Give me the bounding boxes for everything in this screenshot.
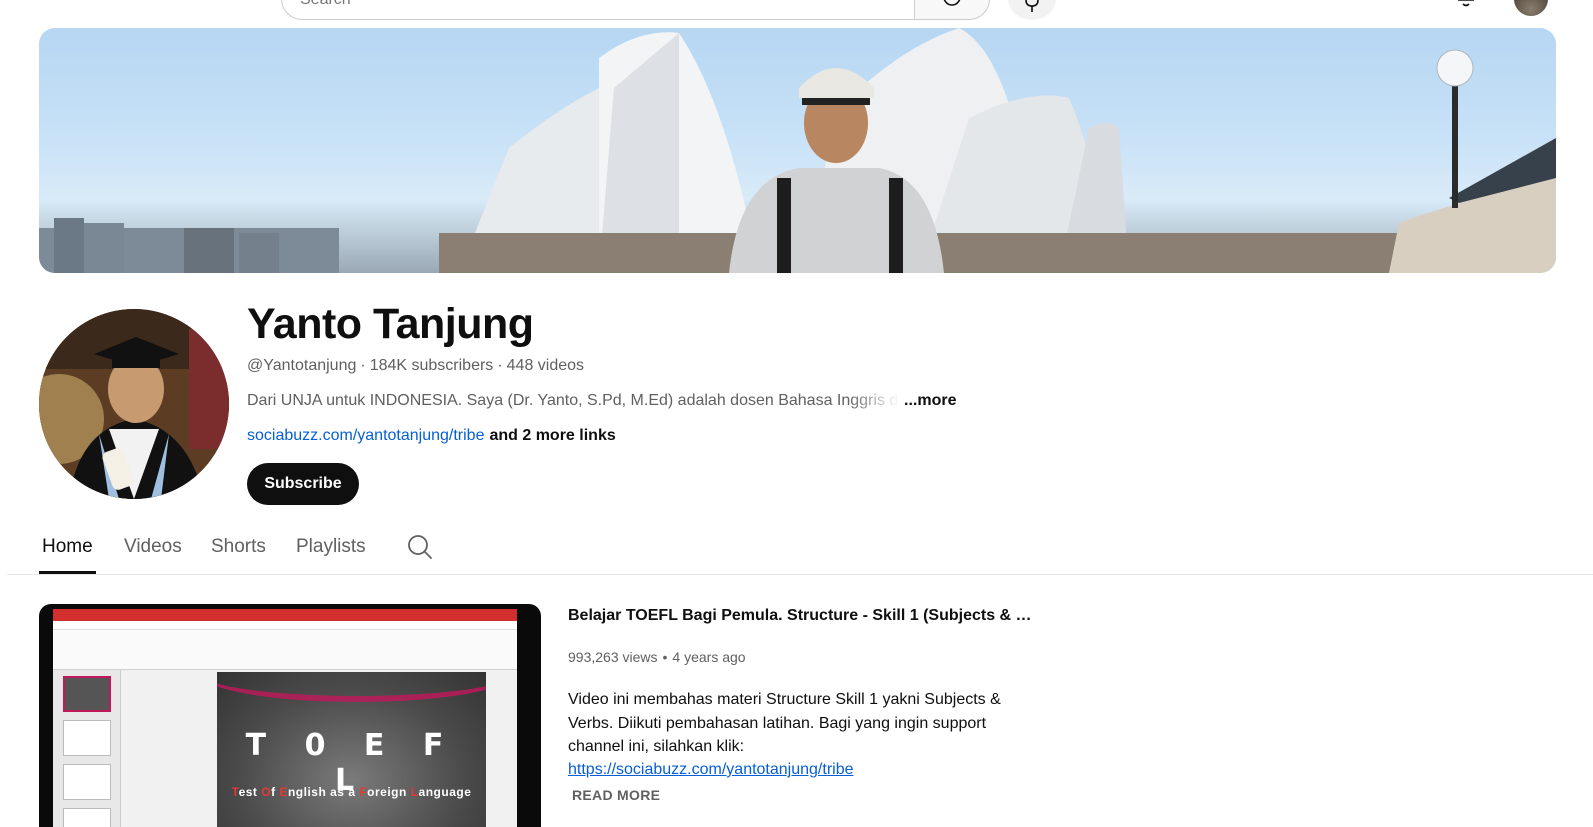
account-avatar[interactable] <box>1514 0 1548 16</box>
thumbnail-powerpoint-screenshot: T 0 E F L Test Of English as a Foreign L… <box>53 609 517 827</box>
banner-image <box>39 28 1556 273</box>
ppt-titlebar <box>53 609 517 621</box>
channel-tabs: Home Videos Shorts Playlists <box>0 522 1593 575</box>
slide-subtitle-part: anguage <box>418 785 472 799</box>
video-description: Video ini membahas materi Structure Skil… <box>568 691 1001 755</box>
slide-subtitle-part: nglish as a <box>287 785 360 799</box>
tab-home[interactable]: Home <box>42 536 93 558</box>
tab-playlists[interactable]: Playlists <box>296 536 366 558</box>
search-input[interactable] <box>300 0 897 9</box>
description-more-button[interactable]: ...more <box>904 390 956 412</box>
video-description-link[interactable]: https://sociabuzz.com/yantotanjung/tribe <box>568 758 854 781</box>
more-links-button[interactable]: and 2 more links <box>489 427 615 444</box>
channel-meta: @Yantotanjung · 184K subscribers · 448 video… <box>247 355 584 377</box>
meta-dot: • <box>662 649 668 665</box>
tabs-divider <box>7 574 1593 575</box>
ppt-slide-thumb <box>63 808 111 827</box>
video-age: 4 years ago <box>672 649 746 665</box>
slide-subtitle-part: oreign <box>367 785 411 799</box>
ppt-ribbon <box>53 630 517 670</box>
slide-subtitle-initial: F <box>359 785 368 799</box>
slide-subtitle-initial: E <box>279 785 288 799</box>
channel-description[interactable]: Dari UNJA untuk INDONESIA. Saya (Dr. Yan… <box>247 390 956 412</box>
channel-link[interactable]: sociabuzz.com/yantotanjung/tribe <box>247 427 484 444</box>
notifications-bell-icon[interactable] <box>1454 0 1478 10</box>
ppt-slide-panel <box>53 670 121 827</box>
channel-avatar[interactable] <box>39 309 229 499</box>
ppt-slide: T 0 E F L Test Of English as a Foreign L… <box>217 672 486 827</box>
ppt-slide-thumb <box>63 676 111 712</box>
slide-subtitle-part: est <box>238 785 262 799</box>
read-more-button[interactable]: READ MORE <box>572 785 660 805</box>
video-title[interactable]: Belajar TOEFL Bagi Pemula. Structure - S… <box>568 605 1038 627</box>
search-box[interactable] <box>281 0 915 20</box>
channel-links: sociabuzz.com/yantotanjung/tribe and 2 mo… <box>247 425 616 447</box>
channel-search-icon[interactable] <box>407 534 433 560</box>
video-count: 448 videos <box>506 357 585 374</box>
microphone-icon <box>1025 0 1039 12</box>
slide-subtitle: Test Of English as a Foreign Language <box>217 785 486 799</box>
tab-videos[interactable]: Videos <box>124 536 182 558</box>
ppt-menubar <box>53 621 517 630</box>
meta-separator: · <box>497 357 503 374</box>
channel-handle: @Yantotanjung <box>247 357 357 374</box>
channel-banner <box>39 28 1556 273</box>
meta-separator: · <box>360 357 366 374</box>
channel-name: Yanto Tanjung <box>247 300 534 348</box>
ppt-slide-thumb <box>63 764 111 800</box>
search-button[interactable] <box>914 0 990 20</box>
subscribe-button[interactable]: Subscribe <box>247 463 359 505</box>
video-views: 993,263 views <box>568 649 658 665</box>
video-meta: 993,263 views • 4 years ago <box>568 647 746 667</box>
ppt-slide-thumb <box>63 720 111 756</box>
channel-avatar-image <box>39 309 229 499</box>
subscriber-count: 184K subscribers <box>369 357 494 374</box>
tab-shorts[interactable]: Shorts <box>211 536 266 558</box>
slide-subtitle-initial: T <box>231 785 239 799</box>
voice-search-button[interactable] <box>1008 0 1056 20</box>
channel-description-text: Dari UNJA untuk INDONESIA. Saya (Dr. Yan… <box>247 392 899 409</box>
slide-subtitle-initial: O <box>261 785 272 799</box>
video-thumbnail[interactable]: T 0 E F L Test Of English as a Foreign L… <box>39 604 541 827</box>
search-icon <box>943 0 961 6</box>
slide-subtitle-initial: L <box>410 785 419 799</box>
slide-wave-decoration <box>217 672 486 702</box>
